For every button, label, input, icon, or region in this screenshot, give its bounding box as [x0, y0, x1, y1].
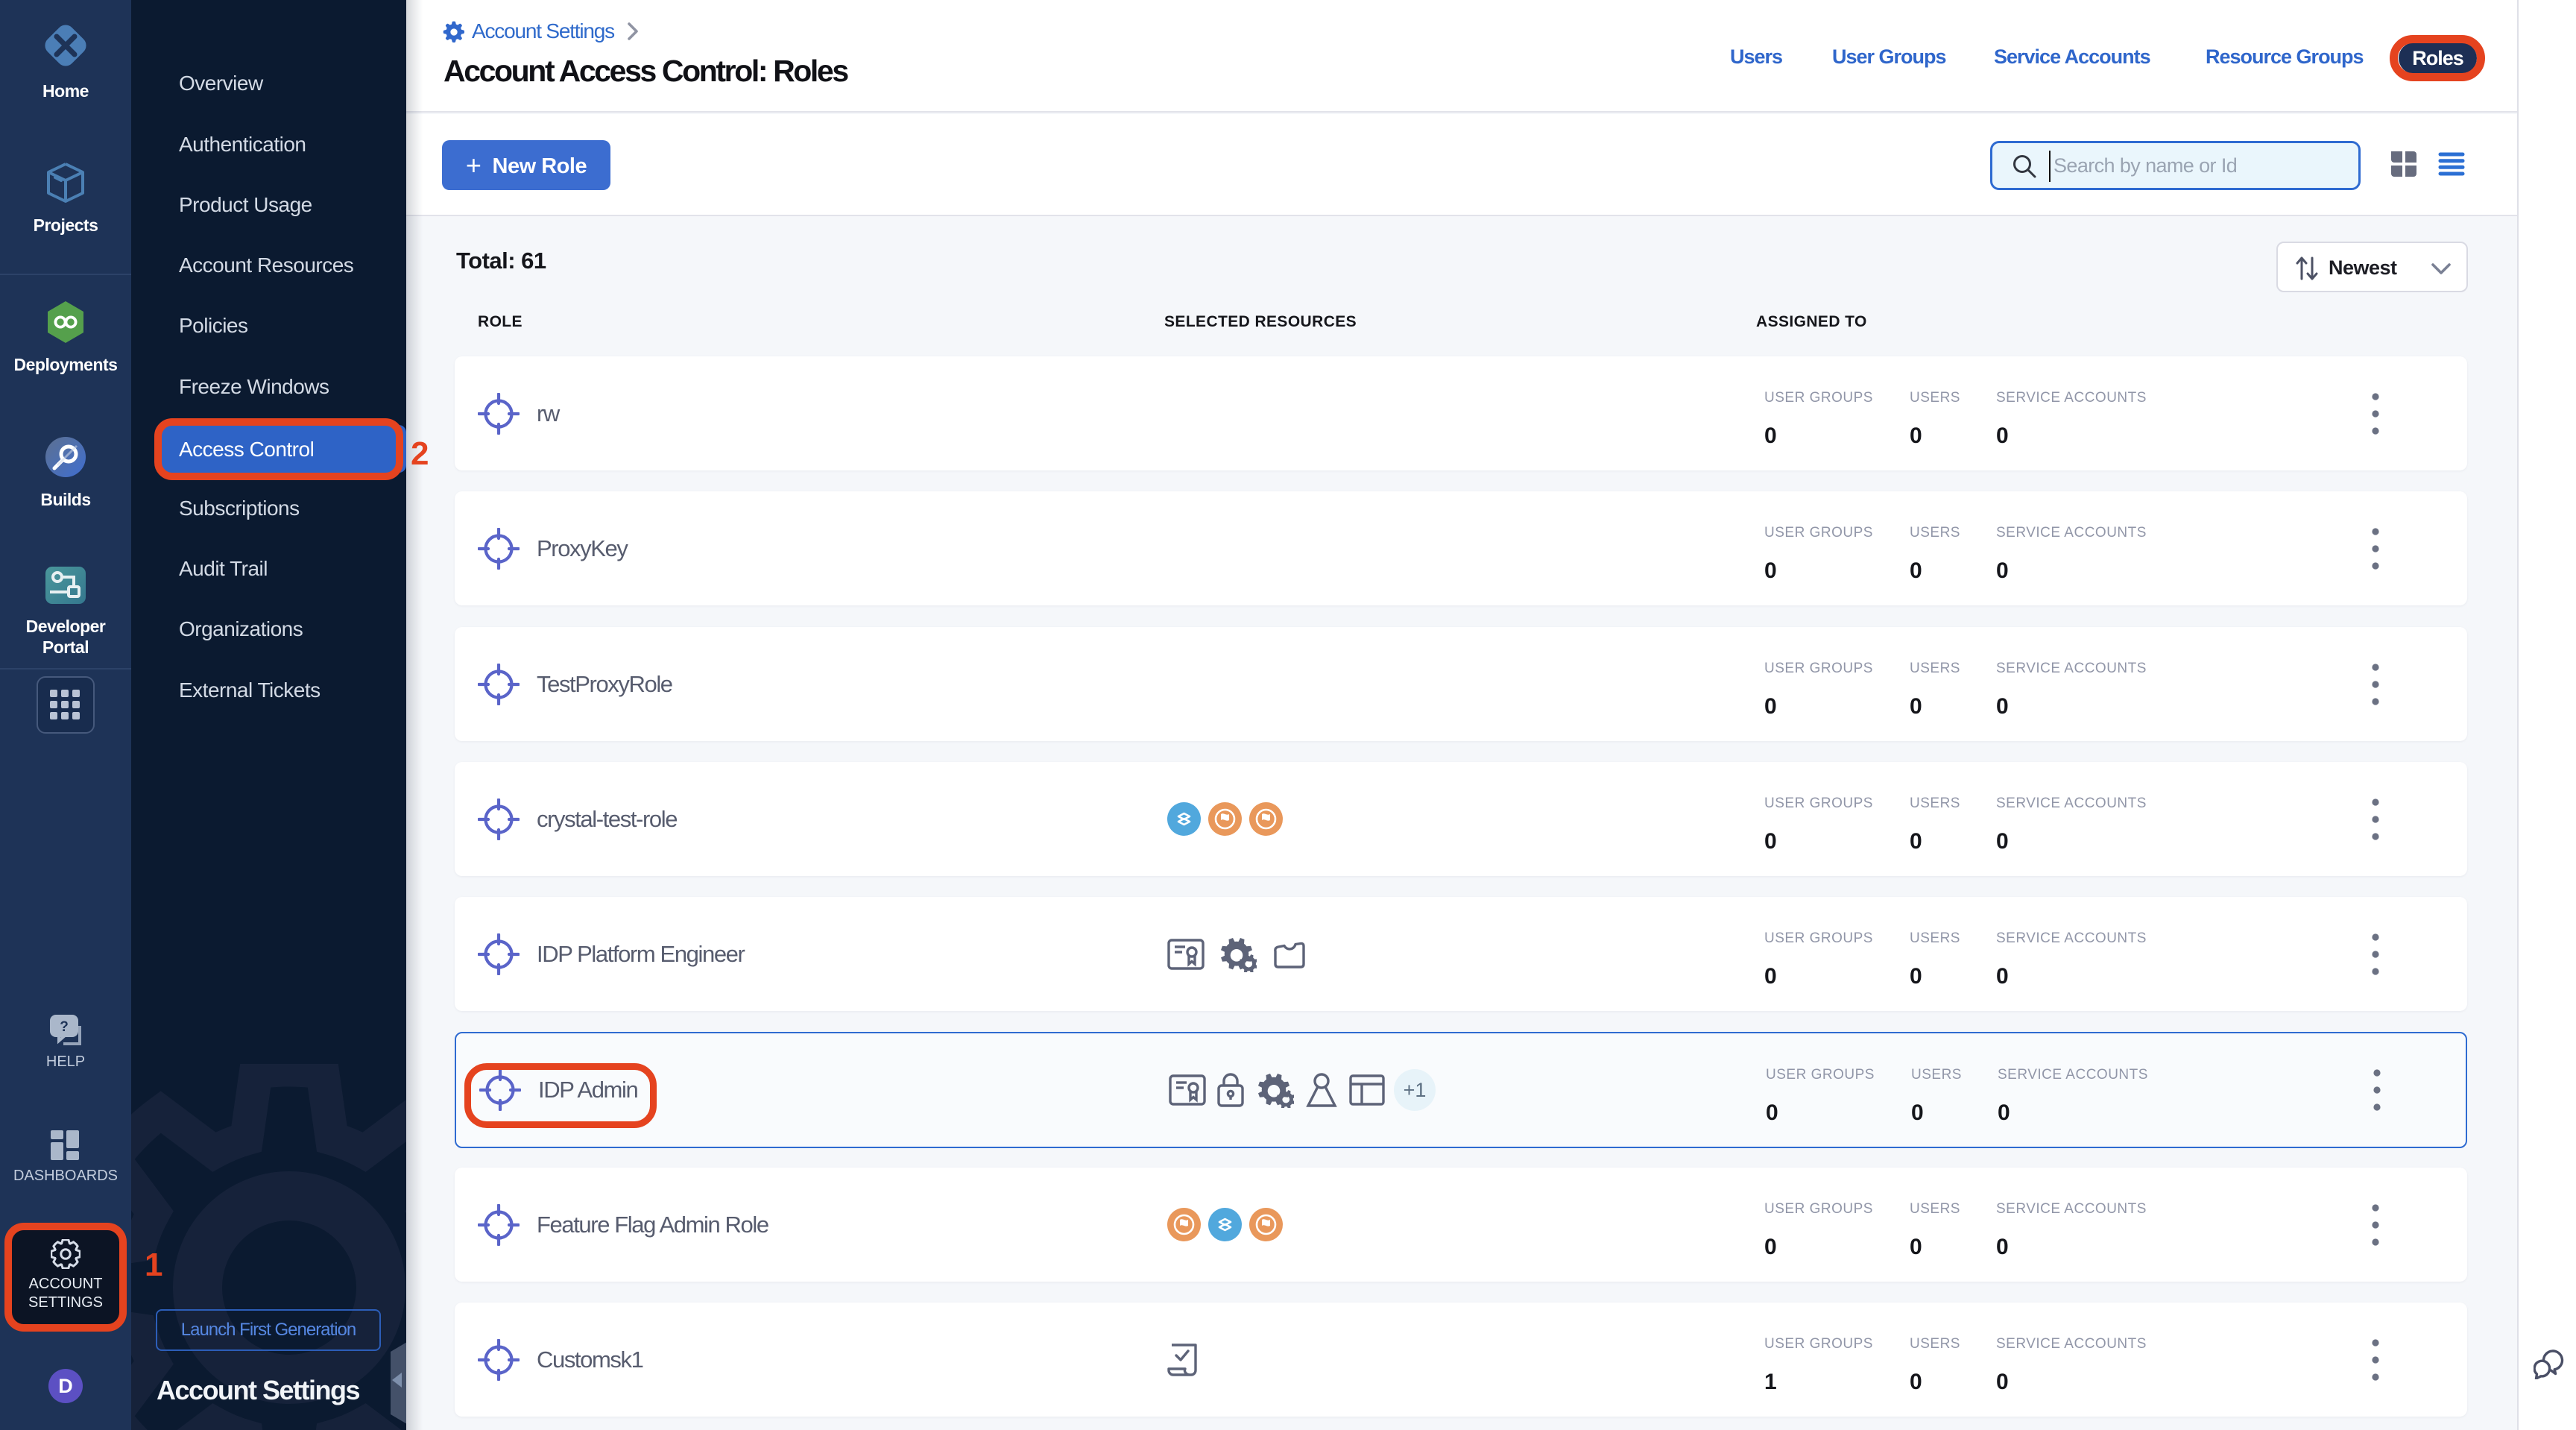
svg-text:?: ?	[60, 1019, 69, 1035]
